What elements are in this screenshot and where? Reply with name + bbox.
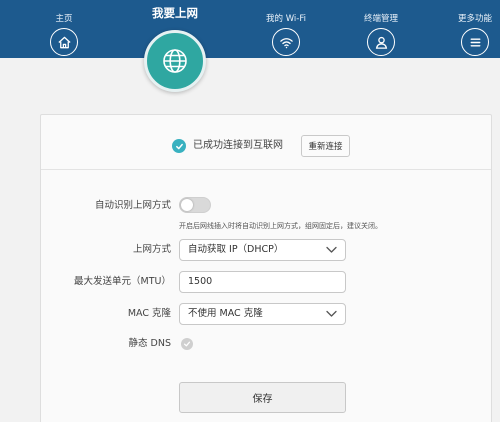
- mac-clone-select[interactable]: 不使用 MAC 克隆: [179, 303, 346, 325]
- chevron-down-icon: [326, 246, 337, 254]
- static-dns-label: 静态 DNS: [128, 338, 171, 349]
- connection-status-row: 已成功连接到互联网 重新连接: [41, 115, 491, 170]
- connection-type-label: 上网方式: [132, 244, 171, 255]
- connection-type-value: 自动获取 IP（DHCP）: [188, 244, 284, 255]
- auto-detect-toggle[interactable]: [179, 197, 211, 213]
- user-icon: [367, 28, 395, 56]
- nav-internet-label: 我要上网: [152, 6, 198, 20]
- globe-icon: [144, 30, 206, 92]
- nav-home-label: 主页: [55, 14, 73, 24]
- mtu-label: 最大发送单元（MTU）: [74, 276, 171, 287]
- connection-type-select[interactable]: 自动获取 IP（DHCP）: [179, 239, 346, 261]
- reconnect-button[interactable]: 重新连接: [301, 135, 350, 157]
- wifi-icon: [272, 28, 300, 56]
- mtu-input[interactable]: 1500: [179, 271, 346, 293]
- check-circle-icon: [172, 139, 186, 153]
- chevron-down-icon: [326, 310, 337, 318]
- auto-detect-hint: 开启后网线插入时将自动识别上网方式，组网固定后，建议关闭。: [179, 222, 382, 230]
- save-button[interactable]: 保存: [179, 382, 346, 413]
- mac-clone-value: 不使用 MAC 克隆: [188, 308, 263, 319]
- top-nav-bar: 主页 我的 Wi-Fi 终端管理 更多功能: [0, 0, 500, 58]
- home-icon: [50, 28, 78, 56]
- menu-icon: [461, 28, 489, 56]
- nav-more-label: 更多功能: [457, 14, 492, 24]
- connection-status-text: 已成功连接到互联网: [193, 140, 283, 151]
- nav-my-wifi[interactable]: 我的 Wi-Fi: [251, 0, 321, 58]
- nav-home[interactable]: 主页: [29, 0, 99, 58]
- toggle-knob: [181, 199, 193, 211]
- nav-wifi-label: 我的 Wi-Fi: [266, 14, 306, 24]
- auto-detect-label: 自动识别上网方式: [94, 200, 171, 211]
- nav-internet-active[interactable]: 我要上网: [130, 0, 220, 100]
- nav-more-functions[interactable]: 更多功能: [440, 0, 500, 58]
- internet-settings-card: 已成功连接到互联网 重新连接 自动识别上网方式 开启后网线插入时将自动识别上网方…: [40, 114, 492, 422]
- mac-clone-label: MAC 克隆: [127, 308, 171, 319]
- nav-device-management[interactable]: 终端管理: [346, 0, 416, 58]
- nav-devices-label: 终端管理: [363, 14, 398, 24]
- static-dns-checkbox[interactable]: [181, 338, 193, 350]
- mtu-value: 1500: [188, 276, 213, 287]
